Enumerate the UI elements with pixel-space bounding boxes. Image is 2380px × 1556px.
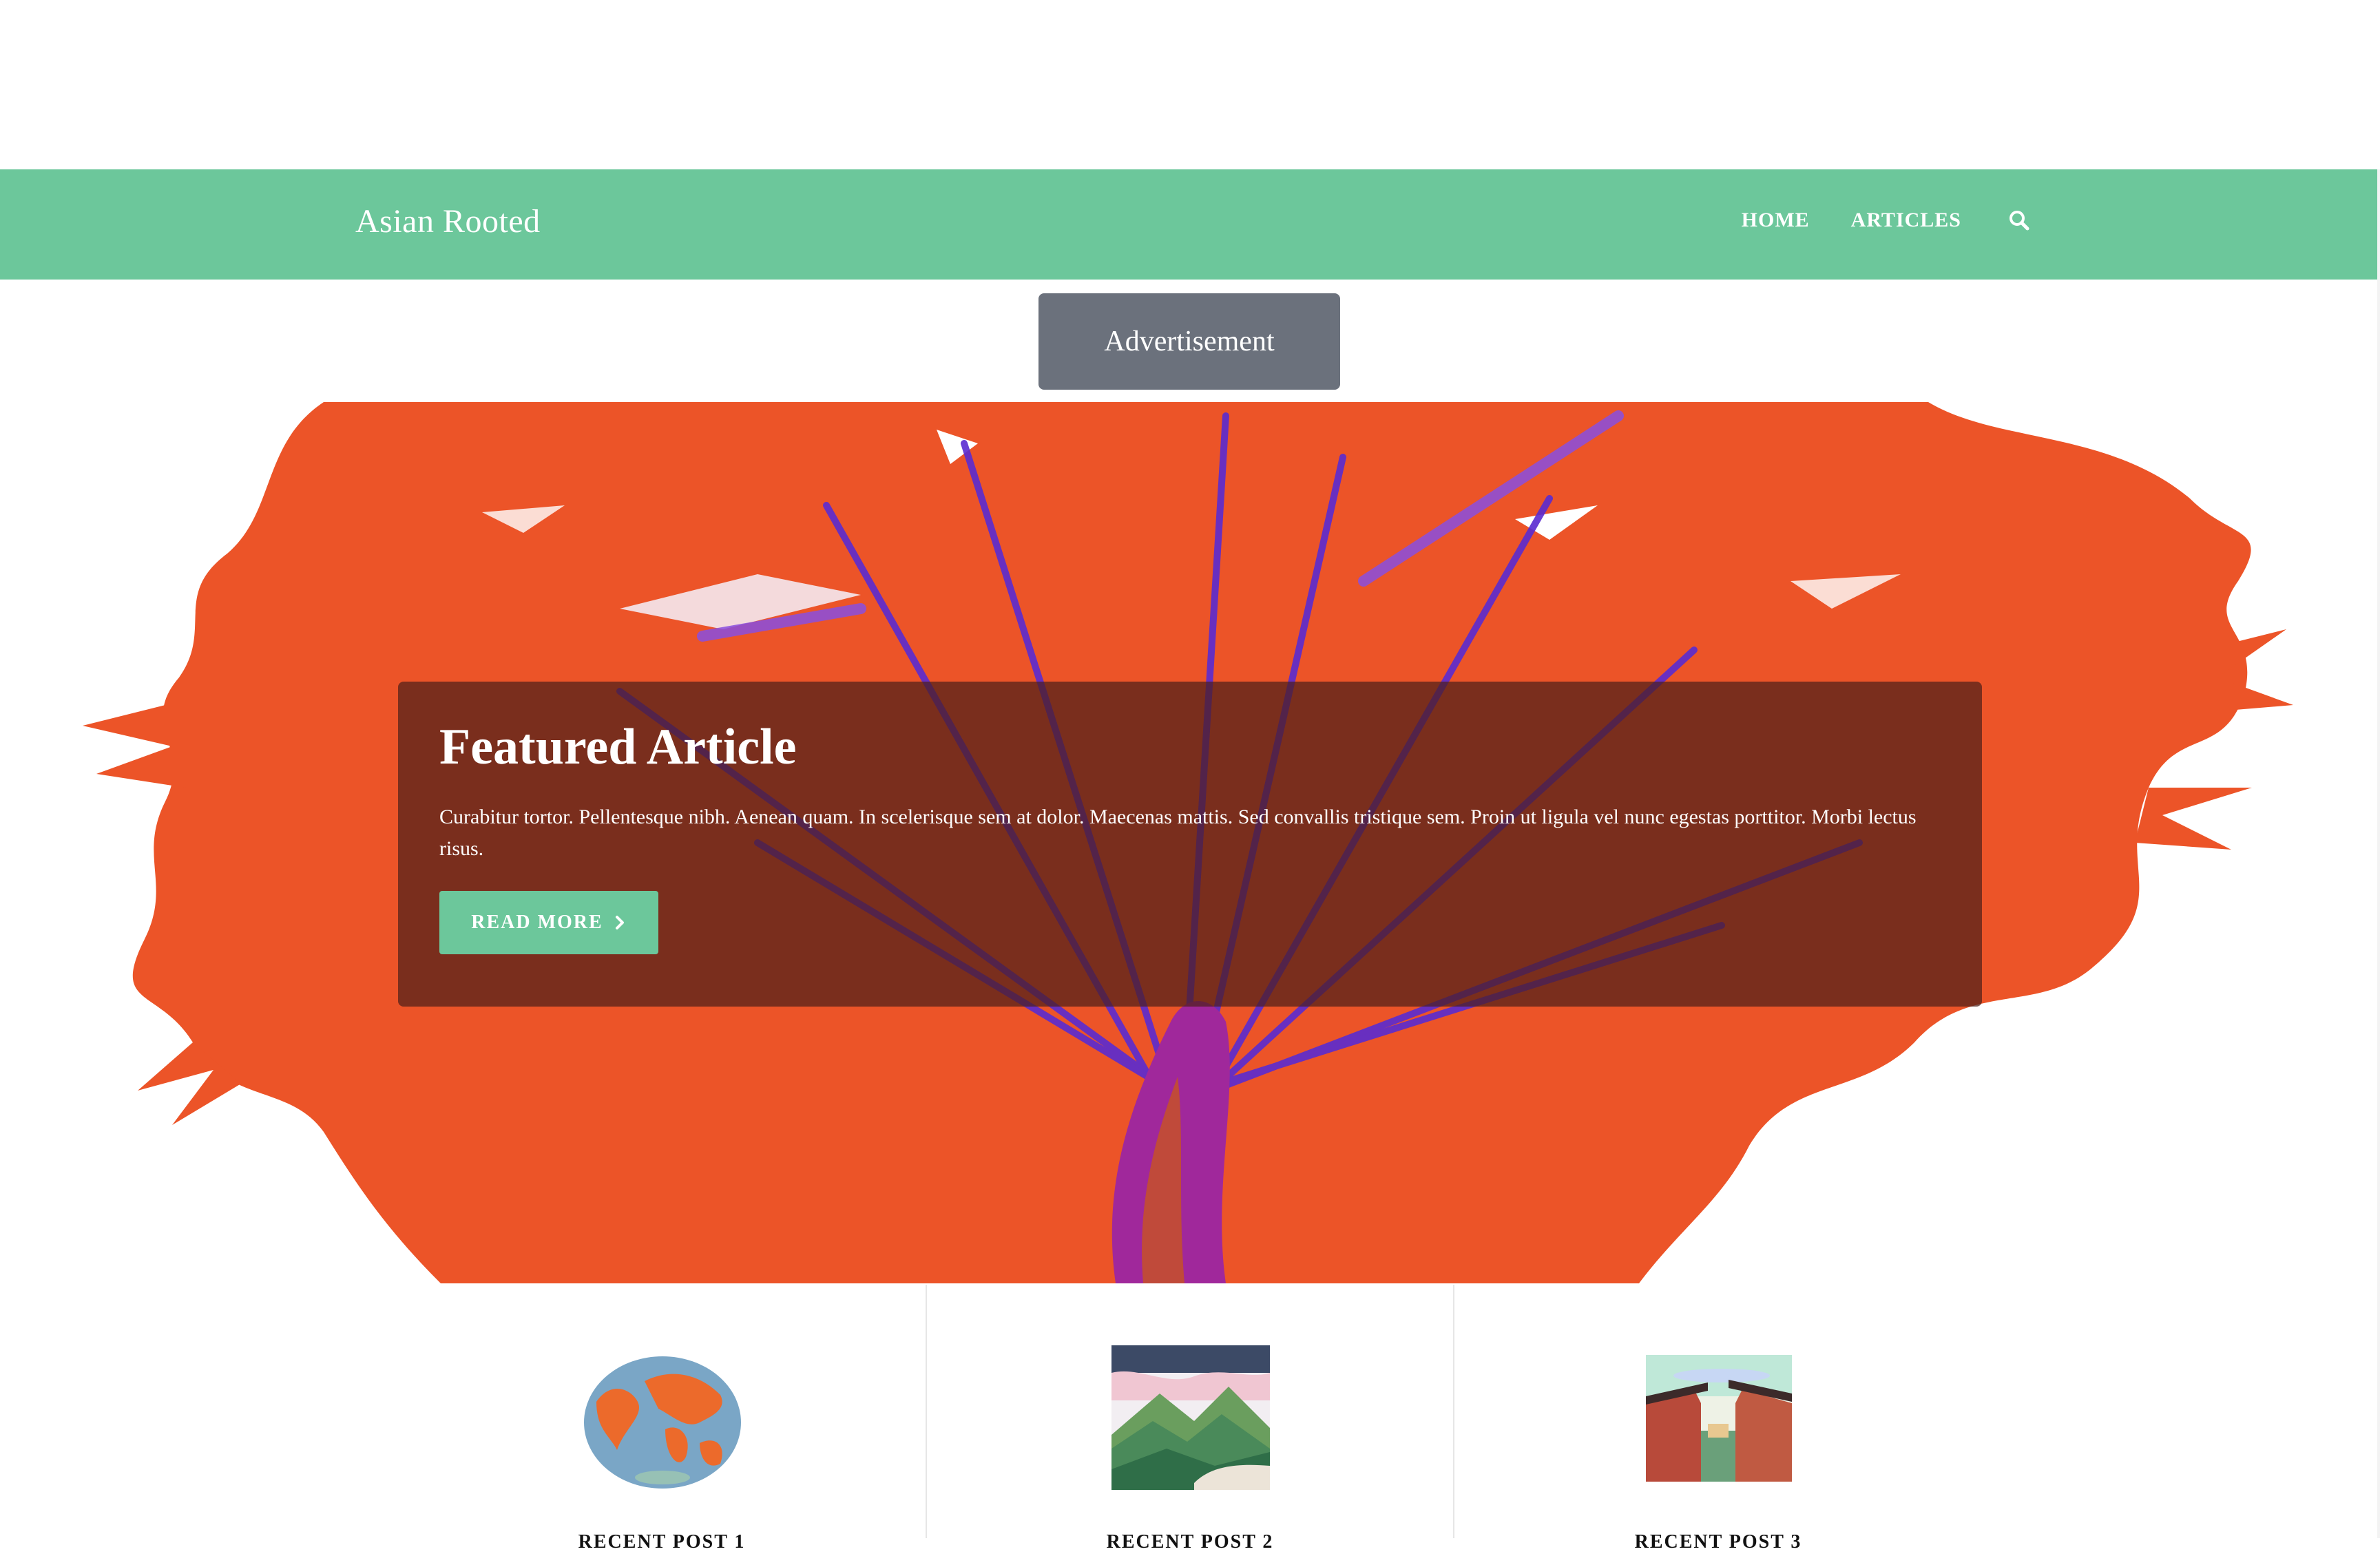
- asian-street-illustration: [1646, 1355, 1792, 1482]
- page: Asian Rooted HOME ARTICLES Advertisement: [0, 0, 2380, 1553]
- scrollbar-track[interactable]: [2377, 169, 2380, 1538]
- recent-post-card[interactable]: RECENT POST 3: [1454, 1285, 1982, 1553]
- top-navbar: Asian Rooted HOME ARTICLES: [0, 169, 2380, 280]
- recent-post-title: RECENT POST 1: [578, 1531, 746, 1553]
- recent-post-card[interactable]: RECENT POST 2: [927, 1285, 1453, 1553]
- advertisement-label: Advertisement: [1104, 326, 1275, 357]
- chevron-right-icon: [615, 916, 624, 929]
- featured-title: Featured Article: [439, 719, 797, 775]
- nav-articles-link[interactable]: ARTICLES: [1830, 204, 1982, 237]
- recent-posts: RECENT POST 1 RECENT POST 2 RECENT POST …: [398, 1285, 1982, 1553]
- featured-article-card: Featured Article Curabitur tortor. Pelle…: [398, 682, 1982, 1007]
- read-more-label: READ MORE: [471, 912, 603, 933]
- nav-home-link[interactable]: HOME: [1721, 204, 1830, 237]
- featured-excerpt: Curabitur tortor. Pellentesque nibh. Aen…: [439, 806, 1917, 860]
- recent-post-title: RECENT POST 3: [1634, 1531, 1802, 1553]
- main-nav: HOME ARTICLES: [1721, 204, 2036, 237]
- recent-post-title: RECENT POST 2: [1106, 1531, 1274, 1553]
- site-brand[interactable]: Asian Rooted: [355, 201, 541, 242]
- read-more-button[interactable]: READ MORE: [439, 891, 658, 954]
- mountain-illustration: [1111, 1345, 1270, 1490]
- recent-post-card[interactable]: RECENT POST 1: [398, 1285, 926, 1553]
- world-map-illustration: [584, 1356, 741, 1489]
- search-button[interactable]: [2003, 204, 2036, 237]
- search-icon: [2010, 211, 2029, 231]
- advertisement-banner[interactable]: Advertisement: [1038, 293, 1340, 390]
